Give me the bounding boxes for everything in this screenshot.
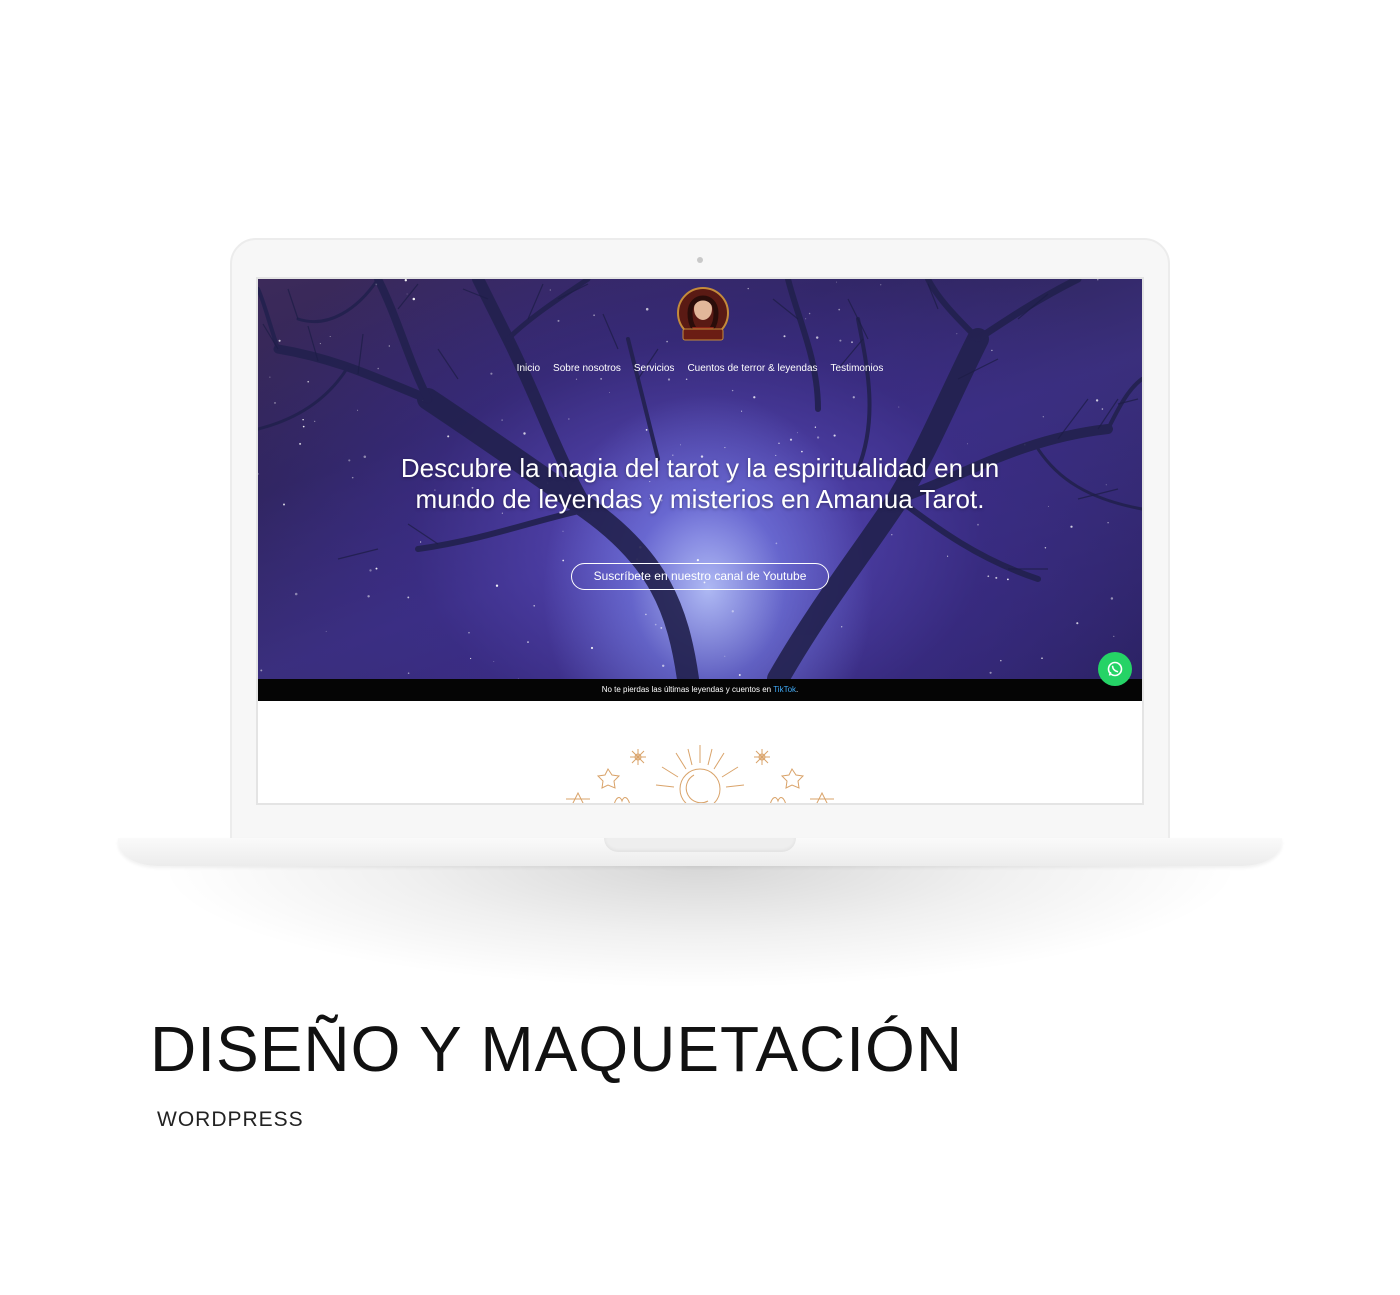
caption-subtitle: WORDPRESS — [157, 1108, 304, 1131]
laptop-shadow — [170, 866, 1230, 986]
main-nav: Inicio Sobre nosotros Servicios Cuentos … — [258, 363, 1142, 374]
laptop-screen: Inicio Sobre nosotros Servicios Cuentos … — [256, 277, 1144, 805]
announcement-bar: No te pierdas las últimas leyendas y cue… — [258, 679, 1142, 701]
hero-section: Inicio Sobre nosotros Servicios Cuentos … — [258, 279, 1142, 679]
announcement-suffix: . — [796, 685, 799, 694]
whatsapp-button[interactable] — [1098, 652, 1132, 686]
laptop-camera — [697, 257, 703, 263]
nav-item-cuentos[interactable]: Cuentos de terror & leyendas — [687, 363, 817, 374]
whatsapp-icon — [1107, 661, 1123, 677]
nav-item-inicio[interactable]: Inicio — [517, 363, 540, 374]
tiktok-link[interactable]: TikTok — [773, 685, 796, 694]
mockup-stage: Inicio Sobre nosotros Servicios Cuentos … — [0, 0, 1400, 1295]
nav-item-sobre-nosotros[interactable]: Sobre nosotros — [553, 363, 621, 374]
laptop-notch — [604, 838, 796, 852]
youtube-subscribe-button[interactable]: Suscríbete en nuestro canal de Youtube — [571, 563, 829, 590]
nav-item-servicios[interactable]: Servicios — [634, 363, 675, 374]
announcement-text: No te pierdas las últimas leyendas y cue… — [601, 685, 774, 694]
caption-title: DISEÑO Y MAQUETACIÓN — [150, 1013, 964, 1085]
sun-moon-ornament — [566, 745, 834, 803]
nav-item-testimonios[interactable]: Testimonios — [831, 363, 884, 374]
amanua-logo — [677, 287, 729, 341]
hero-headline: Descubre la magia del tarot y la espirit… — [400, 453, 1000, 514]
